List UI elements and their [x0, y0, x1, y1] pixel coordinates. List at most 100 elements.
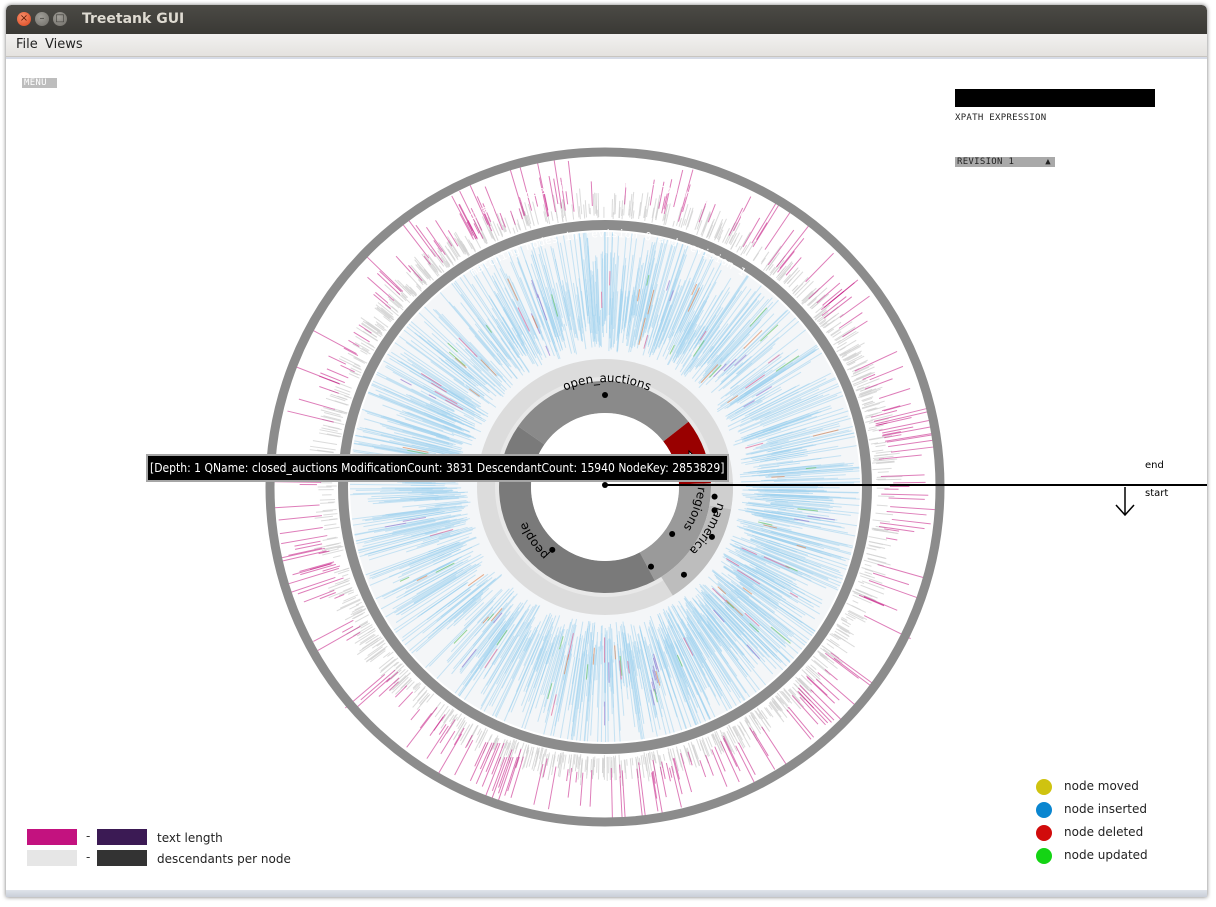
node-ray — [745, 241, 755, 256]
node-ray — [788, 706, 815, 738]
node-ray — [419, 713, 432, 729]
node-ray — [474, 727, 487, 751]
node-ray — [687, 210, 694, 228]
node-ray — [434, 704, 445, 718]
node-ray — [631, 757, 634, 766]
node-ray — [322, 424, 340, 430]
node-ray — [360, 669, 396, 701]
node-ray — [379, 270, 402, 293]
node-ray — [875, 512, 894, 516]
xpath-input[interactable] — [955, 89, 1155, 107]
node-ray — [621, 770, 626, 818]
visualization-canvas[interactable]: changed nodes in revision 1 from revisio… — [6, 57, 1207, 892]
node-ray — [692, 744, 701, 767]
text-length-dash: - — [86, 829, 91, 843]
node-ray — [613, 757, 616, 781]
menu-dropdown[interactable]: MENU ▲ — [22, 78, 57, 98]
node-ray — [866, 552, 886, 559]
node-ray — [588, 203, 590, 214]
menu-dropdown-arrow-icon: ▲ — [24, 88, 30, 98]
node-marker — [669, 531, 676, 538]
node-ray — [752, 730, 769, 757]
node-ray — [875, 450, 893, 454]
node-ray — [839, 295, 870, 318]
status-strip — [6, 890, 1207, 897]
node-ray — [877, 471, 889, 473]
revision-dropdown[interactable]: REVISION 1 ▲ — [955, 157, 1055, 167]
node-ray — [847, 610, 864, 620]
menu-views[interactable]: Views — [45, 37, 83, 52]
node-ray — [314, 515, 333, 519]
node-ray — [756, 222, 768, 241]
node-ray — [843, 342, 865, 355]
node-inserted-swatch — [1036, 802, 1052, 818]
app-window: × – □ Treetank GUI File Views changed no… — [6, 5, 1207, 897]
node-ray — [583, 204, 586, 219]
node-ray — [521, 747, 530, 770]
node-ray — [871, 449, 884, 453]
node-ray — [883, 403, 911, 412]
node-ray — [676, 206, 683, 226]
node-ray — [673, 757, 680, 780]
revision-dropdown-value: REVISION 1 — [957, 157, 1015, 167]
node-ray — [864, 563, 872, 567]
node-ray — [410, 709, 421, 721]
node-ray — [636, 768, 643, 817]
node-ray — [460, 724, 473, 746]
node-ray — [877, 478, 902, 481]
node-ray — [872, 572, 910, 586]
node-ray — [868, 434, 893, 441]
node-ray — [334, 400, 349, 406]
node-ray — [833, 339, 841, 346]
node-ray — [310, 445, 336, 451]
node-ray — [861, 567, 886, 576]
node-ray — [592, 193, 595, 216]
node-ray — [619, 776, 623, 818]
node-ray — [869, 365, 904, 381]
node-ray — [584, 759, 587, 772]
node-tooltip: [Depth: 1 QName: closed_auctions Modific… — [146, 454, 729, 482]
text-length-max-swatch — [97, 829, 147, 845]
node-ray — [863, 595, 898, 611]
node-ray — [890, 446, 937, 453]
node-ray — [872, 519, 890, 523]
node-ray — [342, 567, 349, 571]
menu-file[interactable]: File — [16, 37, 38, 52]
node-ray — [874, 452, 900, 457]
node-ray — [352, 343, 371, 355]
node-ray — [533, 764, 544, 805]
node-ray — [868, 536, 888, 541]
window-title: Treetank GUI — [82, 11, 185, 27]
node-ray — [556, 754, 560, 762]
node-ray — [711, 749, 728, 787]
node-deleted-label: node deleted — [1064, 825, 1144, 839]
node-ray — [512, 227, 516, 234]
node-ray — [880, 474, 925, 478]
node-ray — [877, 495, 895, 498]
node-ray — [398, 691, 414, 708]
node-ray — [298, 398, 335, 410]
maximize-window-button[interactable]: □ — [53, 12, 67, 26]
node-inserted-label: node inserted — [1064, 802, 1147, 816]
menu-views-label: Views — [45, 37, 83, 52]
node-ray — [426, 693, 435, 703]
node-marker — [680, 571, 687, 578]
minimize-window-button[interactable]: – — [35, 12, 49, 26]
node-ray — [468, 239, 476, 253]
node-ray — [808, 275, 835, 300]
node-ray — [376, 272, 401, 295]
node-ray — [566, 769, 569, 782]
node-ray — [824, 669, 838, 681]
node-ray — [426, 725, 449, 759]
node-ray — [752, 201, 782, 248]
node-ray — [837, 331, 859, 345]
node-ray — [699, 760, 707, 778]
node-ray — [868, 580, 919, 599]
node-ray — [865, 411, 883, 417]
node-ray — [367, 342, 375, 348]
close-window-button[interactable]: × — [17, 12, 31, 26]
node-ray — [320, 502, 334, 504]
node-ray — [510, 210, 516, 225]
node-ray — [858, 594, 885, 607]
title-bar: × – □ Treetank GUI — [6, 5, 1207, 34]
